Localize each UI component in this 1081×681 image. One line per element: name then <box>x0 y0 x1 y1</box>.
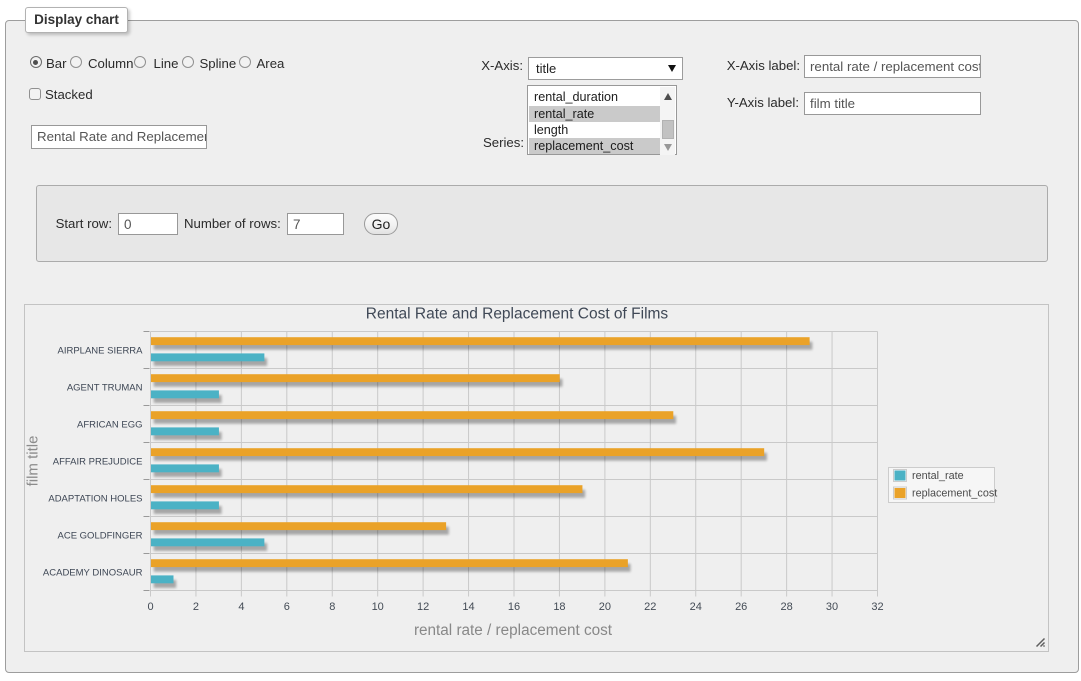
svg-text:ACE GOLDFINGER: ACE GOLDFINGER <box>58 531 143 542</box>
svg-text:Rental Rate and Replacement Co: Rental Rate and Replacement Cost of Film… <box>366 306 669 323</box>
svg-text:replacement_cost: replacement_cost <box>912 488 997 500</box>
svg-text:AFRICAN EGG: AFRICAN EGG <box>77 420 142 431</box>
svg-text:4: 4 <box>238 601 244 613</box>
svg-text:28: 28 <box>781 601 793 613</box>
svg-text:ACADEMY DINOSAUR: ACADEMY DINOSAUR <box>43 568 143 579</box>
svg-text:32: 32 <box>871 601 883 613</box>
svg-text:AGENT TRUMAN: AGENT TRUMAN <box>67 383 143 394</box>
svg-text:30: 30 <box>826 601 838 613</box>
svg-text:20: 20 <box>599 601 611 613</box>
svg-text:14: 14 <box>462 601 474 613</box>
svg-text:0: 0 <box>147 601 153 613</box>
svg-text:10: 10 <box>372 601 384 613</box>
svg-text:film title: film title <box>25 436 42 487</box>
svg-text:AFFAIR PREJUDICE: AFFAIR PREJUDICE <box>53 457 143 468</box>
svg-text:12: 12 <box>417 601 429 613</box>
svg-text:rental rate / replacement cost: rental rate / replacement cost <box>414 622 613 639</box>
svg-text:24: 24 <box>690 601 702 613</box>
svg-text:18: 18 <box>553 601 565 613</box>
svg-text:16: 16 <box>508 601 520 613</box>
svg-text:26: 26 <box>735 601 747 613</box>
svg-text:8: 8 <box>329 601 335 613</box>
svg-text:6: 6 <box>284 601 290 613</box>
svg-text:rental_rate: rental_rate <box>912 470 964 482</box>
svg-text:ADAPTATION HOLES: ADAPTATION HOLES <box>48 494 142 505</box>
svg-text:2: 2 <box>193 601 199 613</box>
svg-text:AIRPLANE SIERRA: AIRPLANE SIERRA <box>58 346 144 357</box>
svg-text:22: 22 <box>644 601 656 613</box>
